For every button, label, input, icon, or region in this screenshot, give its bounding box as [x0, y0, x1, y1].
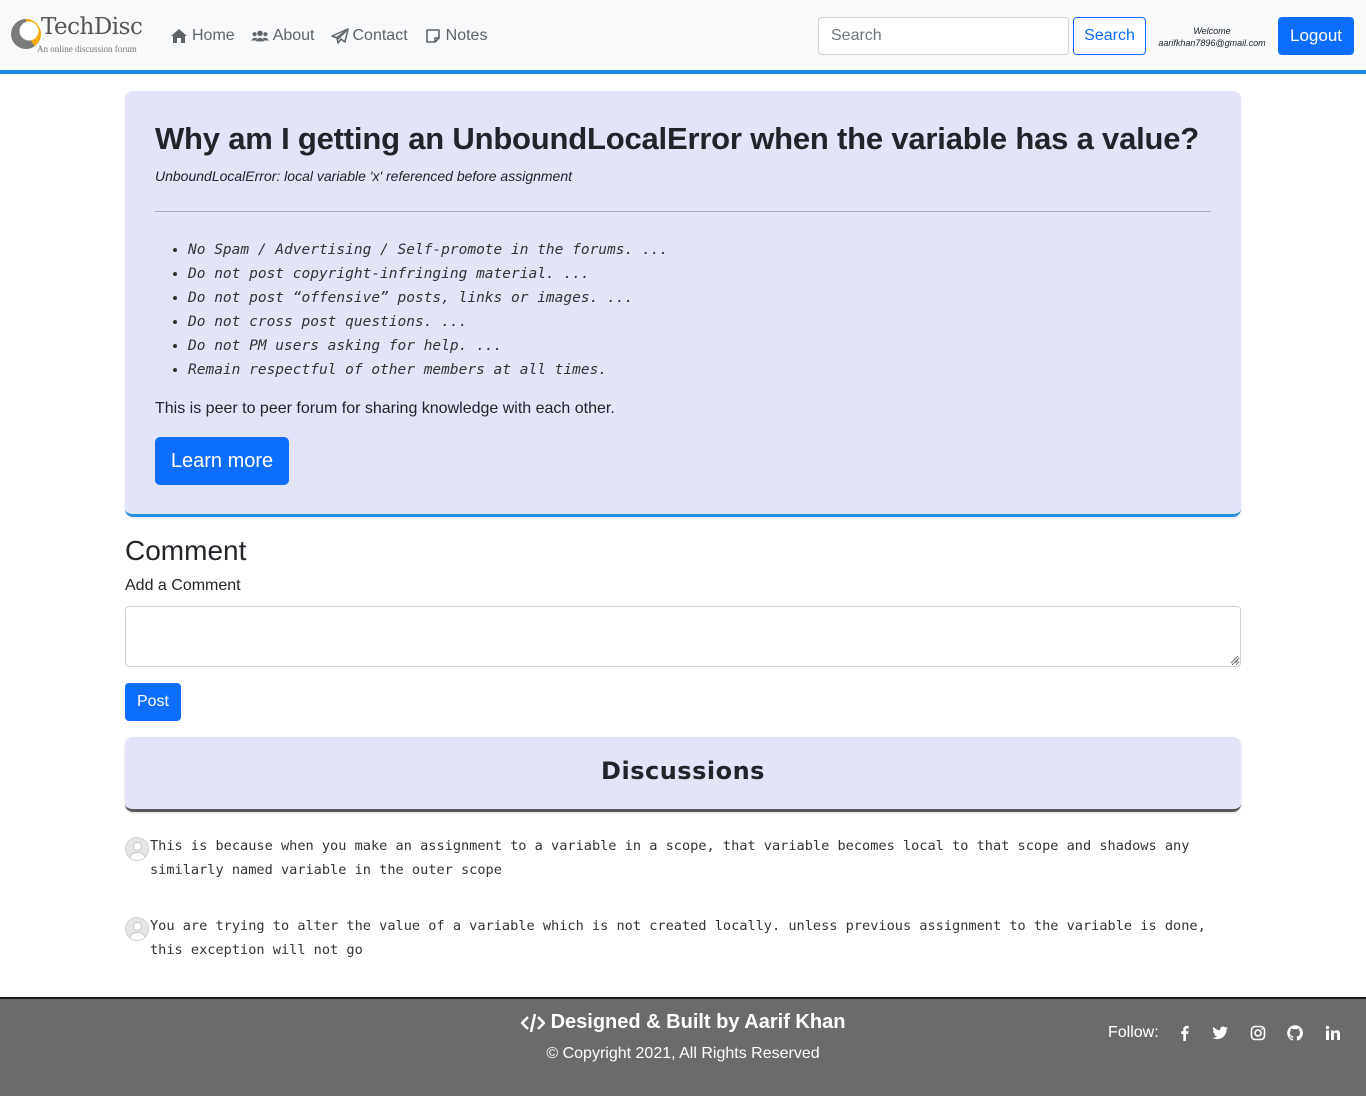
forum-rules-list: No Spam / Advertising / Self-promote in … — [188, 238, 668, 382]
navbar: TechDisc An online discussion forum Home… — [0, 0, 1366, 74]
question-description: UnboundLocalError: local variable 'x' re… — [155, 168, 573, 184]
rule-item: No Spam / Advertising / Self-promote in … — [188, 238, 668, 262]
brand-name: TechDisc — [41, 14, 143, 40]
comment-label: Add a Comment — [125, 577, 241, 594]
nav-link-label: Home — [192, 27, 235, 44]
nav-link-label: About — [272, 27, 315, 44]
nav-link-label: Notes — [445, 27, 488, 44]
comment-heading: Comment — [125, 535, 247, 566]
rule-item: Do not PM users asking for help. ... — [188, 334, 668, 358]
brand-tagline: An online discussion forum — [37, 44, 137, 54]
logout-button[interactable]: Logout — [1278, 17, 1354, 55]
nav-link-label: Contact — [352, 27, 408, 44]
rule-item: Do not cross post questions. ... — [188, 310, 668, 334]
github-icon[interactable] — [1287, 1025, 1303, 1041]
nav-link-about[interactable]: About — [250, 24, 315, 48]
user-avatar-icon — [125, 837, 149, 861]
question-title: Why am I getting an UnboundLocalError wh… — [155, 121, 1200, 156]
user-avatar-icon — [125, 917, 149, 941]
rule-item: Remain respectful of other members at al… — [188, 358, 668, 382]
twitter-icon[interactable] — [1212, 1025, 1228, 1041]
question-card: Why am I getting an UnboundLocalError wh… — [125, 91, 1241, 517]
user-email: aarifkhan7896@gmail.com — [1158, 38, 1266, 48]
post-button[interactable]: Post — [125, 683, 181, 721]
comment-text: This is because when you make an assignm… — [150, 838, 1190, 878]
nav-links: Home About Contact Notes — [170, 24, 487, 48]
rule-item: Do not post “offensive” posts, links or … — [188, 286, 668, 310]
discussions-banner: Discussions — [125, 737, 1241, 812]
linkedin-icon[interactable] — [1325, 1025, 1341, 1041]
footer: Designed & Built by Aarif Khan © Copyrig… — [0, 997, 1366, 1096]
forum-description: This is peer to peer forum for sharing k… — [155, 400, 615, 417]
paper-plane-icon — [330, 28, 349, 44]
search-button[interactable]: Search — [1073, 17, 1146, 55]
users-icon — [250, 30, 269, 42]
follow-label: Follow: — [1108, 1024, 1159, 1041]
welcome-label: Welcome — [1193, 26, 1231, 36]
comment-text: You are trying to alter the value of a v… — [150, 918, 1206, 958]
discussions-heading: Discussions — [601, 757, 765, 785]
footer-copyright: © Copyright 2021, All Rights Reserved — [546, 1045, 820, 1062]
facebook-icon[interactable] — [1177, 1025, 1193, 1041]
code-icon — [520, 1013, 545, 1032]
welcome-text: Welcome aarifkhan7896@gmail.com — [1150, 25, 1274, 49]
nav-link-contact[interactable]: Contact — [330, 24, 408, 48]
footer-title: Designed & Built by Aarif Khan — [0, 1011, 1366, 1034]
home-icon — [171, 29, 187, 43]
nav-link-home[interactable]: Home — [170, 24, 235, 48]
comment-textarea[interactable] — [125, 606, 1241, 667]
learn-more-button[interactable]: Learn more — [155, 437, 289, 485]
instagram-icon[interactable] — [1250, 1025, 1266, 1041]
rule-item: Do not post copyright-infringing materia… — [188, 262, 668, 286]
brand-logo[interactable]: TechDisc An online discussion forum — [11, 14, 151, 58]
search-input[interactable] — [818, 17, 1069, 55]
divider — [155, 211, 1211, 212]
note-icon — [425, 29, 440, 43]
footer-title-text: Designed & Built by Aarif Khan — [550, 1011, 846, 1033]
nav-link-notes[interactable]: Notes — [424, 24, 488, 48]
